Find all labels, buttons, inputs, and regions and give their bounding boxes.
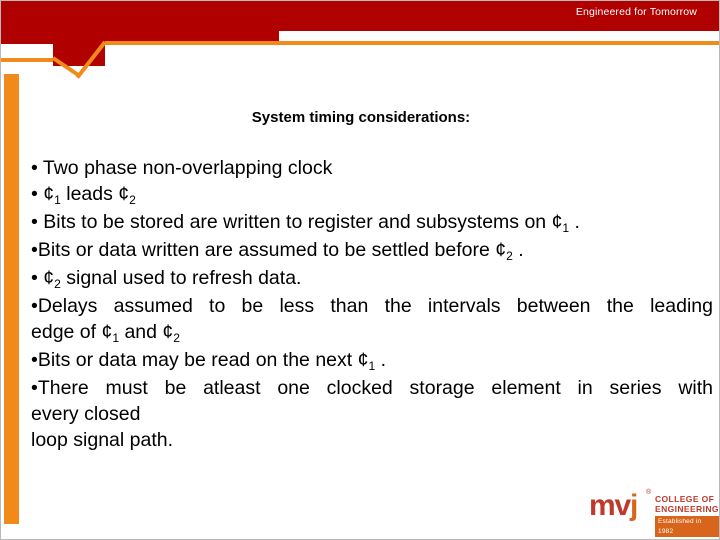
mvj-logo-engineering: ENGINEERING <box>655 503 719 514</box>
bullet-line-5-mid: signal used to refresh data. <box>60 267 302 289</box>
bullet-line-9: •There must be atleast one clocked stora… <box>31 375 713 401</box>
bullet-line-7-subscript-2: 2 <box>173 330 180 345</box>
mvj-logo-letter-v: v <box>614 489 631 522</box>
header-orange-stub <box>1 58 53 62</box>
bullet-line-8-suffix: . <box>375 349 387 371</box>
mvj-logo: mvj ® COLLEGE OF ENGINEERING Established… <box>589 489 719 537</box>
header-orange-rule <box>105 41 719 45</box>
bullet-line-4: •Bits or data written are assumed to be … <box>31 237 713 265</box>
notch-mask-right <box>105 44 719 74</box>
bullet-line-3-prefix: • Bits to be stored are written to regis… <box>31 211 563 233</box>
bullet-line-7-subscript-1: 1 <box>112 330 120 345</box>
bullet-line-6-text: •Delays assumed to be less than the inte… <box>31 295 713 317</box>
bullet-line-7-prefix: edge of ¢ <box>31 321 113 343</box>
bullet-line-4-subscript-1: 2 <box>506 248 513 263</box>
bullet-line-7: edge of ¢1 and ¢2 <box>31 319 713 347</box>
bullet-line-2-subscript-1: 1 <box>54 192 61 207</box>
bullet-line-3: • Bits to be stored are written to regis… <box>31 209 713 237</box>
left-orange-sidebar <box>4 58 19 524</box>
bullet-line-5-prefix: • ¢ <box>31 267 55 289</box>
bullet-line-9-text: •There must be atleast one clocked stora… <box>31 377 713 399</box>
slide-body: • Two phase non-overlapping clock • ¢1 l… <box>31 155 713 453</box>
bullet-line-7-mid: and ¢ <box>119 321 174 343</box>
header-tagline: Engineered for Tomorrow <box>575 6 697 18</box>
slide-canvas: Engineered for Tomorrow System timing co… <box>0 0 720 540</box>
bullet-line-8: •Bits or data may be read on the next ¢1… <box>31 347 713 375</box>
mvj-logo-letter-m: m <box>589 489 616 522</box>
bullet-line-5: • ¢2 signal used to refresh data. <box>31 265 713 293</box>
bullet-line-8-prefix: •Bits or data may be read on the next ¢ <box>31 349 369 371</box>
mvj-logo-text: COLLEGE OF ENGINEERING Established in 19… <box>655 494 719 537</box>
mvj-logo-established: Established in 1982 <box>655 516 719 537</box>
bullet-line-1: • Two phase non-overlapping clock <box>31 155 713 181</box>
bullet-line-2-mid: leads ¢ <box>60 183 130 205</box>
bullet-line-10: every closed <box>31 401 713 427</box>
bullet-line-2-subscript-2: 2 <box>129 192 136 207</box>
mvj-logo-letter-j: j <box>629 489 638 522</box>
bullet-line-2: • ¢1 leads ¢2 <box>31 181 713 209</box>
bullet-line-11-text: loop signal path. <box>31 429 174 451</box>
bullet-line-4-prefix: •Bits or data written are assumed to be … <box>31 239 507 261</box>
bullet-line-10-text: every closed <box>31 403 141 425</box>
bullet-line-11: loop signal path. <box>31 427 713 453</box>
bullet-line-4-suffix: . <box>512 239 524 261</box>
bullet-line-2-prefix: • ¢ <box>31 183 55 205</box>
registered-trademark-icon: ® <box>646 489 652 496</box>
bullet-line-1-text: • Two phase non-overlapping clock <box>31 157 333 179</box>
bullet-line-3-subscript-1: 1 <box>562 220 570 235</box>
bullet-line-6: •Delays assumed to be less than the inte… <box>31 293 713 319</box>
bullet-line-8-subscript-1: 1 <box>368 358 376 373</box>
mvj-logo-wordmark: mvj <box>589 489 638 522</box>
bullet-line-3-suffix: . <box>569 211 580 233</box>
page-title: System timing considerations: <box>251 109 471 126</box>
bullet-line-5-subscript-1: 2 <box>54 276 61 291</box>
